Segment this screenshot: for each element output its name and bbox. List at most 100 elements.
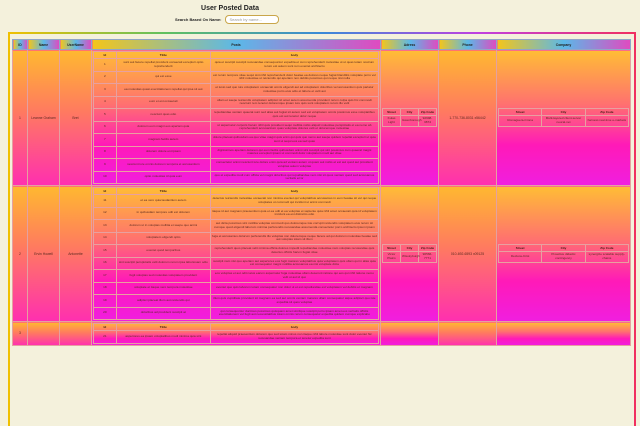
address-street: Victor Plains [382, 251, 401, 263]
address-zip: 90566-7771 [418, 251, 437, 263]
user-username: Antonette [59, 185, 92, 322]
search-label: Search Based On Name: [175, 17, 222, 22]
address-table: Street City Zip Code Victor Plains Wisokybur… [382, 244, 437, 263]
user-id: 1 [12, 49, 28, 186]
search-input[interactable] [225, 15, 280, 24]
post-row: 20 doloribus ad provident suscipit at qui … [93, 306, 380, 320]
post-row: 7 magnam facilis autem dolore placeat quib… [93, 133, 380, 147]
post-id: 8 [93, 145, 117, 159]
address-zip: 92998-3874 [418, 115, 437, 127]
post-body: qui consequuntur ducimus possimus quisqu… [209, 306, 380, 320]
column-header-address: Adress [380, 39, 439, 50]
user-name: Leanne Graham [27, 49, 60, 186]
address-city: Gwenborough [400, 115, 421, 127]
post-body: reprehenderit quos placeat velit minima … [209, 244, 380, 258]
posts-table-header: Id Titile body [93, 51, 380, 59]
post-title: ea molestias quasi exercitationem repell… [115, 83, 211, 97]
column-header-phone: Phone [438, 39, 497, 50]
post-body: fuga et accusamus dolorum perferendis il… [209, 231, 380, 245]
company-name: Deckow-Crist [497, 251, 543, 263]
post-id: 16 [93, 256, 117, 270]
post-id: 1 [93, 58, 117, 72]
company-catchphrase: Proactive didactic contingency [541, 251, 586, 263]
search-bar: Search Based On Name: [175, 15, 280, 24]
post-title: in quibusdam tempore odit est dolorem [115, 206, 211, 220]
address-header-zip: Zip Code [418, 108, 437, 117]
post-title: eum et est occaecati [115, 95, 211, 109]
users-table: ID Name UserName Posts Adress Phone Comp… [12, 39, 631, 346]
user-posts-cell: Id Titile body 11 et ea vero quia laudantium… [91, 185, 381, 322]
user-phone: 1-770-736-8031 x56442 [438, 49, 497, 186]
post-row: 8 dolorem dolore est ipsam dignissimos ape… [93, 145, 380, 159]
post-id: 4 [93, 95, 117, 109]
posts-header-body: body [209, 51, 380, 59]
page-title: User Posted Data [201, 5, 259, 12]
post-id: 14 [93, 231, 117, 245]
user-row: 2 Ervin Howell Antonette Id Titile body 11 et e… [12, 185, 631, 322]
address-row: Kulas Light Gwenborough 92998-3874 [382, 115, 437, 127]
post-title: sunt aut facere repellat provident occae… [115, 58, 211, 72]
posts-table: Id Titile body 1 sunt aut facere repellat pr… [93, 51, 380, 184]
post-row: 4 eum et est occaecati ullam et saepe reic… [93, 95, 380, 109]
post-title: nesciunt quas odio [115, 108, 211, 122]
user-row: 3 Id Titile body 21 asperiores ea ipsam volup… [12, 321, 631, 346]
user-id: 3 [12, 321, 28, 346]
user-address-cell [380, 321, 439, 346]
company-name: Romaguera-Crona [497, 115, 543, 127]
column-header-posts: Posts [91, 39, 381, 50]
post-id: 13 [93, 219, 117, 233]
posts-table-header: Id Titile body [93, 323, 380, 331]
user-company-cell: Street City Zip Code Deckow-Crist Proactive … [496, 185, 631, 322]
post-title: et ea vero quia laudantium autem [115, 194, 211, 208]
post-body: aut dicta possimus sint mollitia volupta… [209, 219, 380, 233]
post-id: 18 [93, 281, 117, 295]
address-city: Wisokyburgh [400, 251, 420, 263]
post-body: repellat aliquid praesentium dolorem quo… [209, 330, 380, 344]
company-header-zip: Zip Code [584, 108, 630, 117]
company-header-zip: Zip Code [584, 244, 630, 253]
column-header-name: Name [27, 39, 60, 50]
post-row: 21 asperiores ea ipsam voluptatibus modi … [93, 330, 380, 344]
post-row: 17 fugit voluptas sed molestias voluptate… [93, 269, 380, 283]
posts-table: Id Titile body 21 asperiores ea ipsam volupt… [93, 323, 380, 344]
company-header-street: Street [497, 108, 543, 117]
post-id: 9 [93, 158, 117, 172]
post-row: 19 adipisci placeat illum aut reiciendis … [93, 294, 380, 308]
user-name: Ervin Howell [27, 185, 60, 322]
post-body: illum quis cupiditate provident sit magn… [209, 294, 380, 308]
post-row: 15 eveniet quod temporibus reprehenderit q… [93, 244, 380, 258]
posts-header-body: body [209, 187, 380, 195]
company-table-header: Street City Zip Code [497, 244, 630, 253]
user-posts-cell: Id Titile body 21 asperiores ea ipsam volupt… [91, 321, 381, 346]
post-id: 17 [93, 269, 117, 283]
post-row: 16 sint suscipit perspiciatis velit dolor… [93, 256, 380, 270]
post-title: nesciunt iure omnis dolorem tempora et a… [115, 158, 211, 172]
posts-header-title: Titile [115, 323, 211, 331]
post-title: qui est esse [115, 70, 211, 84]
post-row: 5 nesciunt quas odio repudiandae veniam qu… [93, 108, 380, 122]
address-header-city: City [400, 244, 419, 253]
post-body: suscipit nam nisi quo aperiam aut asperi… [209, 256, 380, 270]
post-title: voluptatem eligendi optio [115, 231, 211, 245]
user-row: 1 Leanne Graham Bret Id Titile body 1 sunt aut … [12, 49, 631, 186]
post-body: est rerum tempore vitae sequi sint nihil… [209, 70, 380, 84]
company-table: Street City Zip Code Deckow-Crist Proactive … [497, 244, 630, 263]
post-row: 11 et ea vero quia laudantium autem delect… [93, 194, 380, 208]
posts-table: Id Titile body 11 et ea vero quia laudantium… [93, 187, 380, 320]
user-company-cell: Street City Zip Code Romaguera-Crona Multi-l… [496, 49, 631, 186]
post-body: ut aspernatur corporis harum nihil quis … [209, 120, 380, 134]
post-id: 21 [93, 330, 117, 344]
post-body: quia et suscipit suscipit recusandae con… [209, 58, 380, 72]
user-address-cell: Street City Zip Code Kulas Light Gwenborough… [380, 49, 439, 186]
post-title: dolorem eum magni eos aperiam quia [115, 120, 211, 134]
post-id: 19 [93, 294, 117, 308]
post-title: adipisci placeat illum aut reiciendis qu… [115, 294, 211, 308]
post-body: ullam et saepe reiciendis voluptatem adi… [209, 95, 380, 109]
post-title: asperiores ea ipsam voluptatibus modi mi… [115, 330, 211, 344]
company-header-city: City [541, 244, 586, 253]
post-title: optio molestias id quia eum [115, 170, 211, 184]
post-body: itaque id aut magnam praesentium quia et… [209, 206, 380, 220]
address-table: Street City Zip Code Kulas Light Gwenborough… [382, 108, 437, 127]
post-row: 10 optio molestias id quia eum quo et expe… [93, 170, 380, 184]
company-catchphrase: Multi-layered client-server neural-net [541, 115, 586, 127]
